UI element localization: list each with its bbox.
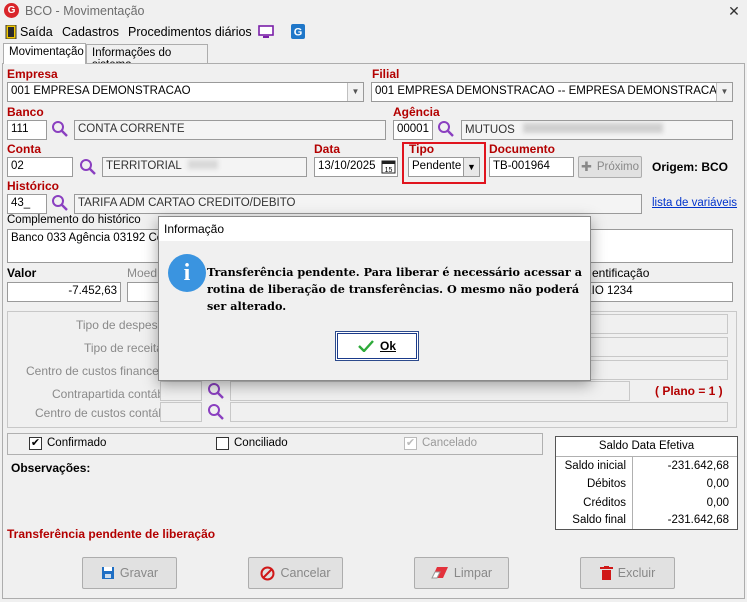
g-logo-icon[interactable]: G <box>291 24 305 39</box>
confirmado-label: Confirmado <box>47 437 107 449</box>
contrapartida-code <box>160 381 202 401</box>
origem-label: Origem: BCO <box>652 160 729 174</box>
eraser-icon <box>431 567 448 579</box>
excluir-button[interactable]: Excluir <box>580 557 675 589</box>
gravar-button[interactable]: Gravar <box>82 557 177 589</box>
moeda-label: Moed <box>127 266 158 280</box>
search-icon[interactable] <box>51 194 69 212</box>
saldo-title: Saldo Data Efetiva <box>598 440 695 452</box>
close-icon[interactable]: ✕ <box>725 2 743 20</box>
menu-procedimentos[interactable]: Procedimentos diários <box>128 25 252 39</box>
contrapartida-name <box>230 381 630 401</box>
empresa-select[interactable]: 001 EMPRESA DEMONSTRACAO <box>7 82 364 102</box>
centro-contabil-name <box>230 402 728 422</box>
lista-variaveis-link[interactable]: lista de variáveis <box>652 197 737 209</box>
banco-name-field: CONTA CORRENTE <box>74 120 386 140</box>
plano-label: ( Plano = 1 ) <box>655 384 723 398</box>
svg-text:15: 15 <box>385 167 393 174</box>
data-label: Data <box>314 142 341 156</box>
info-dialog: Informação i Transferência pendente. Par… <box>158 216 591 381</box>
saldo-row: Créditos 0,00 <box>556 493 737 512</box>
banco-code-input[interactable]: 111 <box>7 120 47 140</box>
chevron-down-icon[interactable]: ▼ <box>347 83 363 101</box>
monitor-icon[interactable] <box>258 25 274 39</box>
dialog-message: Transferência pendente. Para liberar é n… <box>207 265 582 313</box>
banco-label: Banco <box>7 105 44 119</box>
historico-label: Histórico <box>7 179 60 193</box>
plus-icon: ✚ <box>580 159 592 174</box>
search-icon[interactable] <box>207 382 225 400</box>
ok-button[interactable]: Ok <box>335 331 419 361</box>
chevron-down-icon[interactable]: ▼ <box>463 158 479 176</box>
conta-code-input[interactable]: 02 <box>7 157 73 177</box>
empresa-label: Empresa <box>7 67 58 81</box>
valor-input[interactable]: -7.452,63 <box>7 282 121 302</box>
tipo-despesa-label: Tipo de despesa <box>76 318 165 332</box>
documento-input[interactable]: TB-001964 <box>489 157 574 177</box>
identificacao-input[interactable]: XIO 1234 <box>580 282 733 302</box>
contrapartida-label: Contrapartida contábil <box>52 387 170 401</box>
complemento-label: Complemento do histórico <box>7 214 141 226</box>
saldo-row: Saldo final -231.642,68 <box>556 511 737 530</box>
window-title: BCO - Movimentação <box>25 4 145 18</box>
saldo-row: Débitos 0,00 <box>556 474 737 493</box>
tipo-receita-label: Tipo de receita <box>84 341 163 355</box>
svg-text:G: G <box>294 27 303 39</box>
dialog-title: Informação <box>159 217 590 241</box>
saldo-row: Saldo inicial -231.642,68 <box>556 456 737 475</box>
tab-movimentacao[interactable]: Movimentação <box>3 43 86 64</box>
chevron-down-icon[interactable]: ▼ <box>716 83 732 101</box>
identificacao-label: entificação <box>592 266 650 280</box>
limpar-button[interactable]: Limpar <box>414 557 509 589</box>
conciliado-checkbox[interactable] <box>216 437 229 450</box>
search-icon[interactable] <box>437 120 455 138</box>
cancelado-label: Cancelado <box>422 437 477 449</box>
centro-contabil-label: Centro de custos contábil <box>35 406 171 420</box>
search-icon[interactable] <box>51 120 69 138</box>
trash-icon <box>599 565 613 580</box>
search-icon[interactable] <box>207 403 225 421</box>
cancelar-button[interactable]: Cancelar <box>248 557 343 589</box>
menu-cadastros[interactable]: Cadastros <box>62 25 119 39</box>
tab-informacoes-sistema[interactable]: Informações do sistema <box>86 44 208 71</box>
agencia-code-input[interactable]: 00001 <box>393 120 433 140</box>
conta-name-field: TERRITORIAL <box>102 157 307 177</box>
historico-name-field: TARIFA ADM CARTAO CREDITO/DEBITO <box>74 194 642 214</box>
search-icon[interactable] <box>79 158 97 176</box>
agencia-name-field: MUTUOS <box>461 120 733 140</box>
documento-label: Documento <box>489 142 555 156</box>
save-disk-icon <box>101 567 114 579</box>
centro-financeiro-label: Centro de custos financeiro <box>26 364 173 378</box>
filial-label: Filial <box>372 67 400 81</box>
saldo-table: Saldo Data Efetiva Saldo inicial -231.64… <box>555 436 738 530</box>
pendente-message: Transferência pendente de liberação <box>7 527 216 541</box>
app-icon: G <box>4 3 19 18</box>
agencia-label: Agência <box>393 105 440 119</box>
calendar-icon[interactable]: 15 <box>381 159 396 174</box>
conta-label: Conta <box>7 142 41 156</box>
historico-code-input[interactable]: 43_ <box>7 194 47 214</box>
observacoes-label: Observações: <box>11 461 91 475</box>
checkmark-icon <box>358 340 374 352</box>
cancel-icon <box>260 566 275 580</box>
conciliado-label: Conciliado <box>234 437 288 449</box>
centro-contabil-code <box>160 402 202 422</box>
cancelado-checkbox: ✔ <box>404 437 417 450</box>
exit-door-icon[interactable] <box>5 25 17 39</box>
confirmado-checkbox[interactable]: ✔ <box>29 437 42 450</box>
proximo-button[interactable]: ✚ Próximo <box>578 156 642 178</box>
filial-select[interactable]: 001 EMPRESA DEMONSTRACAO -- EMPRESA DEMO… <box>371 82 733 102</box>
menu-saida[interactable]: Saída <box>20 25 53 39</box>
info-icon: i <box>168 254 206 292</box>
valor-label: Valor <box>7 266 37 280</box>
